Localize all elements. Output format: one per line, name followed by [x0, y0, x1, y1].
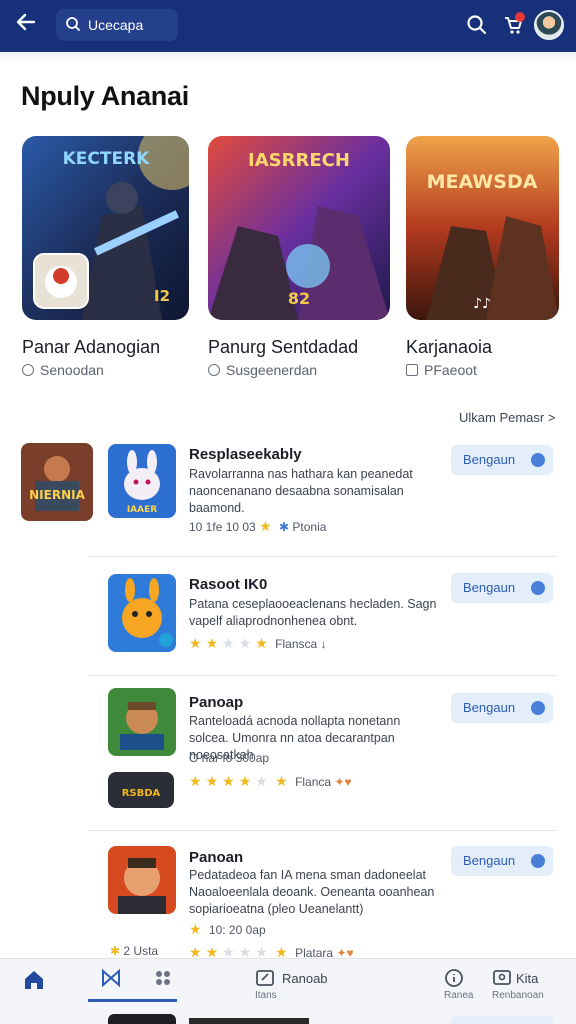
list-item-title-4[interactable]: Panoan	[189, 849, 243, 866]
featured-card-1[interactable]: KECTERK I2	[22, 136, 189, 320]
share-box-icon[interactable]	[255, 968, 275, 988]
search-icon	[66, 17, 80, 31]
featured-art-3: MEAWSDA ♪♪	[406, 136, 559, 320]
list-item-desc-4: Pedatadeoa fan IA mena sman dadoneelat N…	[189, 868, 435, 916]
peek-thumb	[108, 1014, 176, 1024]
notification-badge	[515, 12, 525, 22]
featured-sub-1: Senoodan	[22, 362, 104, 378]
list-item-button-1[interactable]: Bengaun	[451, 445, 553, 475]
list-item-title-1[interactable]: Resplaseekably	[189, 446, 302, 463]
featured-card-3[interactable]: MEAWSDA ♪♪	[406, 136, 559, 320]
list-item-desc-1: Ravolarranna nas hathara kan peanedat na…	[189, 467, 413, 515]
featured-art-text-3: MEAWSDA	[427, 171, 538, 193]
page-title: Npuly Ananai	[21, 81, 189, 111]
bottom-nav: Ranoab Itans Ranea Kita Renbanoan	[0, 958, 576, 1024]
list-item-meta-2: ★ ★ ★ ★ ★ Flansca ↓	[189, 635, 327, 651]
featured-name-1[interactable]: Panar Adanogian	[22, 337, 160, 358]
divider	[88, 556, 556, 557]
list-item-meta-1: 10 1fe 10 03 ★ ✱ Ptonia	[189, 518, 327, 534]
grid-icon[interactable]	[154, 969, 174, 989]
chevron-icon	[531, 701, 545, 715]
bowtie-icon[interactable]	[101, 968, 121, 988]
list-thumb-1[interactable]: IAAER	[108, 444, 176, 518]
divider	[88, 830, 556, 831]
nav-label-3[interactable]: Ranoab	[282, 971, 328, 986]
list-item-button-2[interactable]: Bengaun	[451, 573, 553, 603]
chat-icon[interactable]	[492, 968, 512, 988]
nav-sub-3: Itans	[255, 990, 277, 1001]
featured-badge-3: ♪♪	[473, 296, 491, 312]
divider	[88, 675, 556, 676]
avatar[interactable]	[534, 10, 564, 40]
list-item-title-2[interactable]: Rasoot IK0	[189, 576, 267, 593]
square-icon	[406, 364, 418, 376]
featured-sub-2: Susgeenerdan	[208, 362, 317, 378]
featured-art-2: IASRRECH 82	[208, 136, 390, 320]
featured-badge-2: 82	[288, 289, 310, 308]
list-item-button-3[interactable]: Bengaun	[451, 693, 553, 723]
active-tab-indicator	[88, 999, 177, 1002]
featured-art-text-1: KECTERK	[63, 149, 151, 169]
svg-text:IAAER: IAAER	[127, 505, 157, 515]
home-icon[interactable]	[22, 968, 46, 992]
peek-button	[451, 1016, 553, 1024]
svg-text:NIERNIA: NIERNIA	[29, 488, 85, 502]
list-item-meta-4a: ★ 10: 20 0ap	[189, 921, 266, 937]
list-thumb-2[interactable]	[108, 574, 176, 652]
list-item-meta-3a: O nar fo 300ap	[189, 751, 270, 765]
list-thumb-side-1[interactable]: NIERNIA	[21, 443, 93, 521]
search-text: Ucecapa	[88, 17, 144, 33]
list-item-title-3[interactable]: Panoap	[189, 694, 243, 711]
list-thumb-3[interactable]	[108, 688, 176, 756]
info-circle-icon[interactable]	[444, 968, 464, 988]
list-item-meta-3: ★ ★ ★ ★ ★ ★ Flanca ✦♥	[189, 773, 352, 789]
featured-card-2[interactable]: IASRRECH 82	[208, 136, 390, 320]
back-arrow-icon[interactable]	[14, 10, 42, 40]
top-app-bar: Ucecapa	[0, 0, 576, 52]
featured-badge-1: I2	[154, 287, 170, 305]
list-item-extra-4: ✱ 2 Usta	[110, 944, 159, 958]
see-more-link[interactable]: Ulkam Pemasr >	[459, 410, 555, 425]
list-item-desc-2: Patana ceseplaooeaclenans hecladen. Sagn…	[189, 597, 437, 628]
svg-text:RSBDA: RSBDA	[122, 788, 161, 799]
search-field[interactable]: Ucecapa	[56, 9, 178, 41]
chevron-icon	[531, 854, 545, 868]
featured-name-3[interactable]: Karjanaoia	[406, 337, 492, 358]
featured-art-text-2: IASRRECH	[248, 150, 350, 171]
nav-sub-5: Renbanoan	[492, 990, 544, 1001]
list-thumb-3b[interactable]: RSBDA	[108, 772, 174, 808]
header-shadow	[0, 52, 576, 62]
clock-icon	[22, 364, 34, 376]
featured-sub-3: PFaeoot	[406, 362, 477, 378]
search-icon[interactable]	[466, 14, 488, 36]
chevron-icon	[531, 581, 545, 595]
featured-art-1: KECTERK I2	[22, 136, 189, 320]
nav-label-5[interactable]: Kita	[516, 971, 538, 986]
circle-icon	[208, 364, 220, 376]
list-thumb-4[interactable]	[108, 846, 176, 914]
featured-name-2[interactable]: Panurg Sentdadad	[208, 337, 358, 358]
nav-sub-4: Ranea	[444, 990, 474, 1001]
peek-title	[189, 1018, 309, 1024]
chevron-icon	[531, 453, 545, 467]
list-item-button-4[interactable]: Bengaun	[451, 846, 553, 876]
